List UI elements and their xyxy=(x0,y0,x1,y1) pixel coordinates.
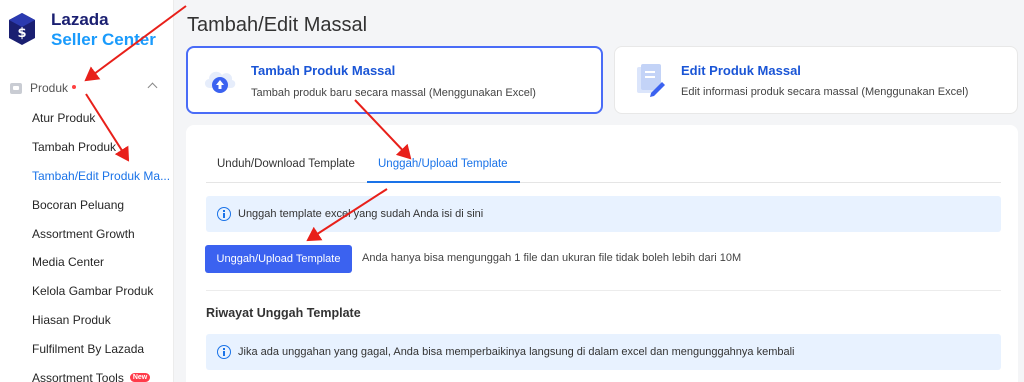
sidebar-item-tambah-produk[interactable]: Tambah Produk xyxy=(32,137,170,166)
sidebar-item-kelola-gambar-produk[interactable]: Kelola Gambar Produk xyxy=(32,281,170,310)
tambah-produk-massal-card[interactable]: Tambah Produk Massal Tambah produk baru … xyxy=(186,46,603,114)
notification-dot xyxy=(72,85,77,89)
chevron-up-icon[interactable] xyxy=(147,82,158,93)
sidebar-item-label: Media Center xyxy=(32,255,105,270)
active-tab-indicator xyxy=(367,181,520,183)
history-info-text: Jika ada unggahan yang gagal, Anda bisa … xyxy=(238,346,795,358)
sidebar-item-label: Assortment Tools xyxy=(32,371,124,382)
sidebar-item-atur-produk[interactable]: Atur Produk xyxy=(32,108,170,137)
tab-unggah-upload-template[interactable]: Unggah/Upload Template xyxy=(378,158,508,170)
sidebar-item-media-center[interactable]: Media Center xyxy=(32,252,170,281)
document-edit-icon xyxy=(637,64,665,97)
upload-info-banner: Unggah template excel yang sudah Anda is… xyxy=(206,196,1001,232)
sidebar-item-hiasan-produk[interactable]: Hiasan Produk xyxy=(32,310,170,339)
brand-line-2: Seller Center xyxy=(51,30,156,49)
sidebar-item-label: Tambah Produk xyxy=(32,139,117,154)
sidebar-item-label: Hiasan Produk xyxy=(32,313,111,328)
card-description: Tambah produk baru secara massal (Menggu… xyxy=(251,87,536,99)
sidebar-group-produk[interactable]: Produk xyxy=(10,79,164,97)
new-badge: New xyxy=(129,373,151,382)
card-description: Edit informasi produk secara massal (Men… xyxy=(681,86,969,98)
tab-unduh-download-template[interactable]: Unduh/Download Template xyxy=(217,158,355,170)
template-tabs: Unduh/Download Template Unggah/Upload Te… xyxy=(206,149,1001,183)
page-title: Tambah/Edit Massal xyxy=(187,14,368,36)
sidebar-item-tambah-edit-produk-massal[interactable]: Tambah/Edit Produk Ma... xyxy=(32,166,170,195)
edit-produk-massal-card[interactable]: Edit Produk Massal Edit informasi produk… xyxy=(614,46,1018,114)
history-info-banner: Jika ada unggahan yang gagal, Anda bisa … xyxy=(206,334,1001,370)
lazada-logo-icon: $ xyxy=(9,13,35,45)
lazada-logo[interactable]: $ Lazada Seller Center xyxy=(7,10,156,50)
sidebar-item-label: Assortment Growth xyxy=(32,226,135,241)
sidebar-menu: Atur Produk Tambah Produk Tambah/Edit Pr… xyxy=(32,108,170,382)
info-icon xyxy=(217,345,231,359)
upload-info-text: Unggah template excel yang sudah Anda is… xyxy=(238,208,484,220)
product-box-icon xyxy=(10,82,22,94)
info-icon xyxy=(217,207,231,221)
card-title: Tambah Produk Massal xyxy=(251,63,396,78)
history-section-title: Riwayat Unggah Template xyxy=(206,306,361,320)
sidebar-item-label: Atur Produk xyxy=(32,111,96,125)
sidebar-item-assortment-tools[interactable]: Assortment Tools New xyxy=(32,368,170,382)
upload-panel: Unduh/Download Template Unggah/Upload Te… xyxy=(186,125,1018,382)
brand-line-1: Lazada xyxy=(51,10,109,29)
sidebar-item-label: Tambah/Edit Produk Ma... xyxy=(32,168,171,183)
card-title: Edit Produk Massal xyxy=(681,63,801,78)
section-divider xyxy=(206,290,1001,291)
upload-limit-note: Anda hanya bisa mengunggah 1 file dan uk… xyxy=(362,252,742,264)
sidebar-item-label: Fulfilment By Lazada xyxy=(32,342,145,357)
cloud-upload-icon xyxy=(204,71,236,93)
sidebar-item-bocoran-peluang[interactable]: Bocoran Peluang xyxy=(32,195,170,224)
sidebar-item-label: Kelola Gambar Produk xyxy=(32,284,154,299)
sidebar-item-label: Bocoran Peluang xyxy=(32,197,125,212)
sidebar-item-fulfilment-by-lazada[interactable]: Fulfilment By Lazada xyxy=(32,339,170,368)
sidebar: $ Lazada Seller Center Produk Atur Produ… xyxy=(0,0,174,382)
svg-text:$: $ xyxy=(17,26,26,41)
sidebar-group-label: Produk xyxy=(30,81,69,95)
sidebar-item-assortment-growth[interactable]: Assortment Growth xyxy=(32,224,170,253)
upload-template-button[interactable]: Unggah/Upload Template xyxy=(205,245,352,273)
